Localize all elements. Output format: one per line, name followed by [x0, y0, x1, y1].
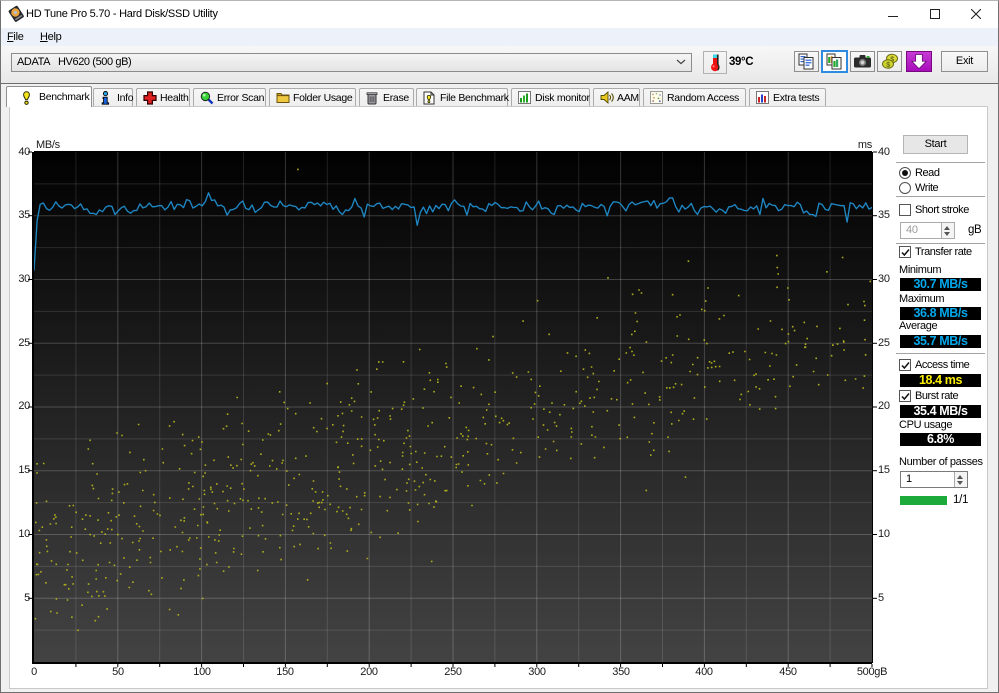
- svg-text:$: $: [886, 62, 890, 69]
